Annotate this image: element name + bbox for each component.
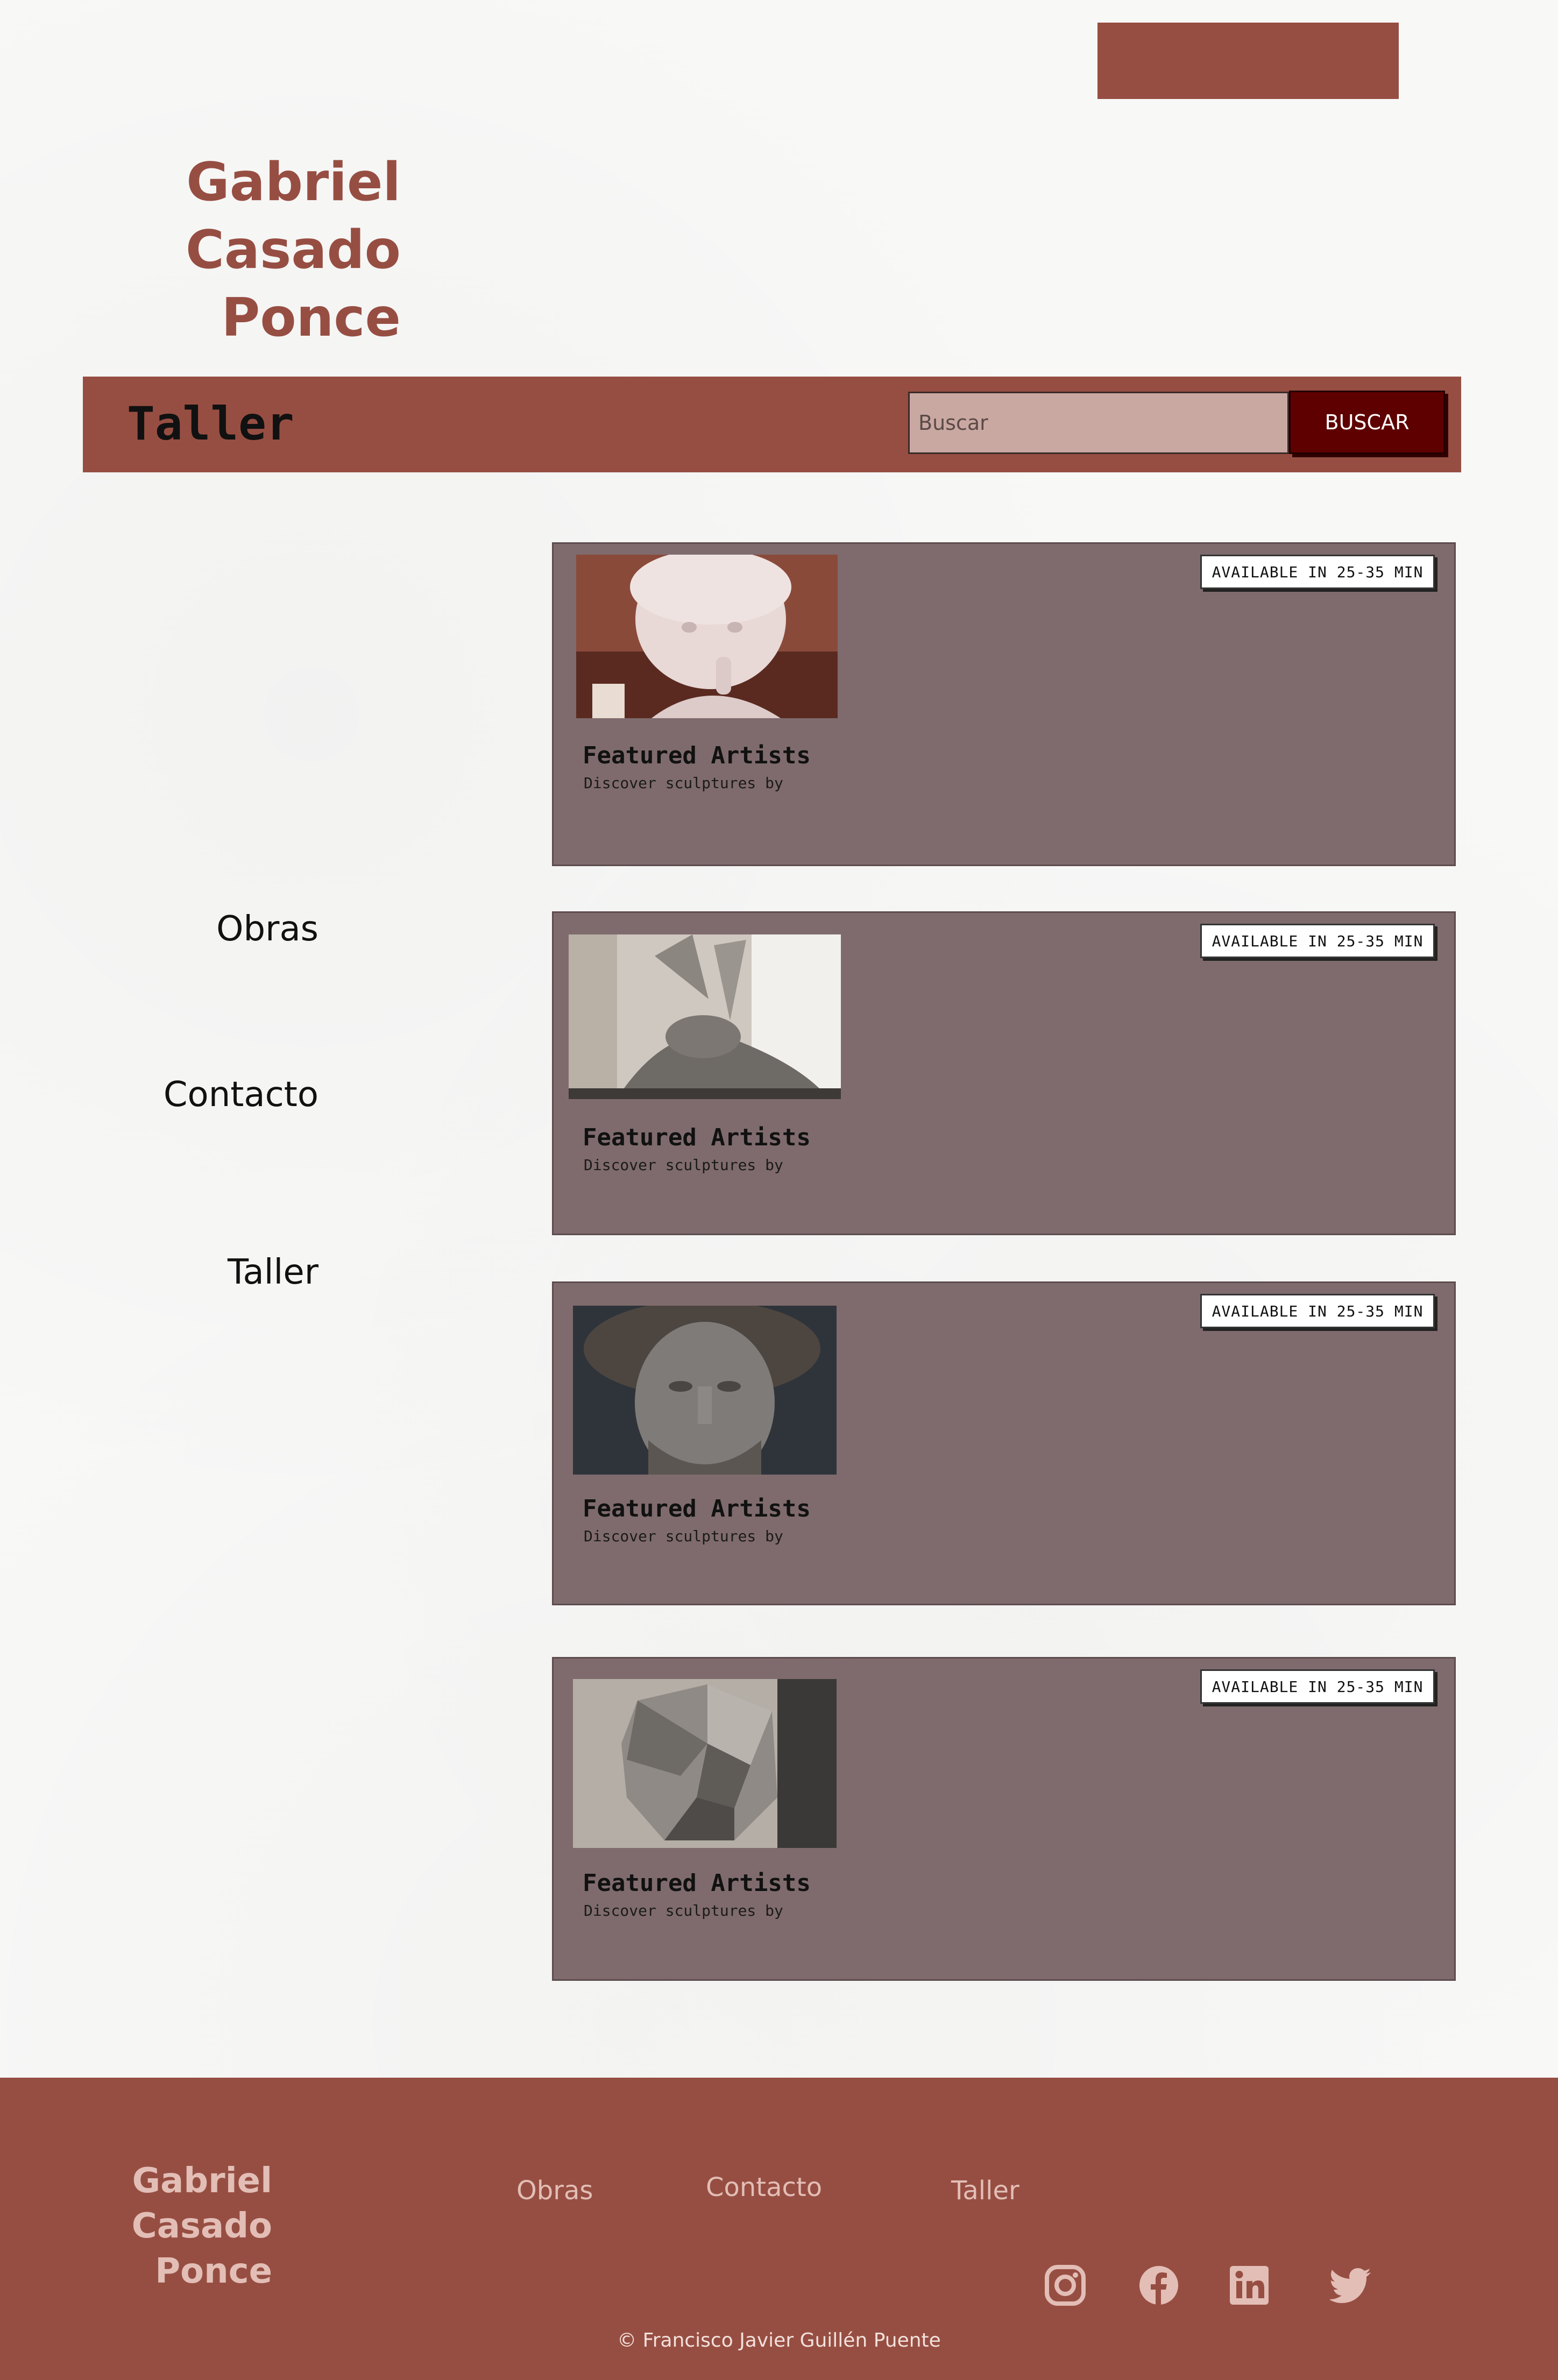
footer-brand-line-1: Gabriel (132, 2161, 272, 2201)
card-title: Featured Artists (583, 742, 811, 769)
footer-brand[interactable]: Gabriel Casado Ponce (108, 2158, 272, 2294)
card-title: Featured Artists (583, 1869, 811, 1897)
side-nav-contacto[interactable]: Contacto (108, 1075, 318, 1115)
search-input[interactable] (908, 392, 1289, 454)
twitter-icon[interactable] (1329, 2264, 1373, 2307)
footer-link-obras[interactable]: Obras (516, 2176, 593, 2206)
linkedin-icon[interactable] (1228, 2264, 1271, 2307)
page-title: Taller (127, 397, 294, 451)
brand-line-2: Casado (186, 219, 401, 281)
brand-line-1: Gabriel (186, 152, 401, 213)
header-accent-block (1097, 23, 1399, 99)
artwork-card[interactable]: AVAILABLE IN 25-35 MIN Featured Artists … (552, 542, 1456, 866)
brand-line-3: Ponce (221, 287, 401, 349)
card-subtitle: Discover sculptures by (584, 1527, 783, 1545)
card-title: Featured Artists (583, 1495, 811, 1522)
footer-brand-line-3: Ponce (155, 2251, 272, 2291)
card-title: Featured Artists (583, 1124, 811, 1151)
search-button[interactable]: BUSCAR (1289, 391, 1445, 454)
card-subtitle: Discover sculptures by (584, 1902, 783, 1919)
card-image-child-statue (576, 555, 838, 718)
facebook-icon[interactable] (1137, 2264, 1180, 2307)
card-image-cupid-psyche (569, 934, 841, 1099)
site-footer: Gabriel Casado Ponce Obras Contacto Tall… (0, 2078, 1558, 2380)
availability-badge: AVAILABLE IN 25-35 MIN (1200, 555, 1435, 589)
footer-brand-line-2: Casado (131, 2206, 272, 2246)
footer-link-taller[interactable]: Taller (951, 2176, 1019, 2206)
availability-badge: AVAILABLE IN 25-35 MIN (1200, 924, 1435, 958)
card-subtitle: Discover sculptures by (584, 774, 783, 792)
artwork-card[interactable]: AVAILABLE IN 25-35 MIN Featured Artists … (552, 911, 1456, 1235)
section-banner: Taller BUSCAR (83, 377, 1461, 472)
artwork-card[interactable]: AVAILABLE IN 25-35 MIN Featured Artists … (552, 1281, 1456, 1605)
side-nav-taller[interactable]: Taller (108, 1252, 318, 1292)
artwork-card[interactable]: AVAILABLE IN 25-35 MIN Featured Artists … (552, 1657, 1456, 1981)
copyright-text: © Francisco Javier Guillén Puente (617, 2329, 941, 2351)
availability-badge: AVAILABLE IN 25-35 MIN (1200, 1669, 1435, 1704)
site-brand-title[interactable]: Gabriel Casado Ponce (161, 148, 401, 352)
card-subtitle: Discover sculptures by (584, 1156, 783, 1174)
instagram-icon[interactable] (1044, 2264, 1087, 2307)
card-image-faceted-head (573, 1679, 837, 1848)
card-image-bust-head (573, 1306, 837, 1475)
side-nav-obras[interactable]: Obras (108, 909, 318, 949)
availability-badge: AVAILABLE IN 25-35 MIN (1200, 1294, 1435, 1328)
footer-link-contacto[interactable]: Contacto (706, 2172, 822, 2202)
